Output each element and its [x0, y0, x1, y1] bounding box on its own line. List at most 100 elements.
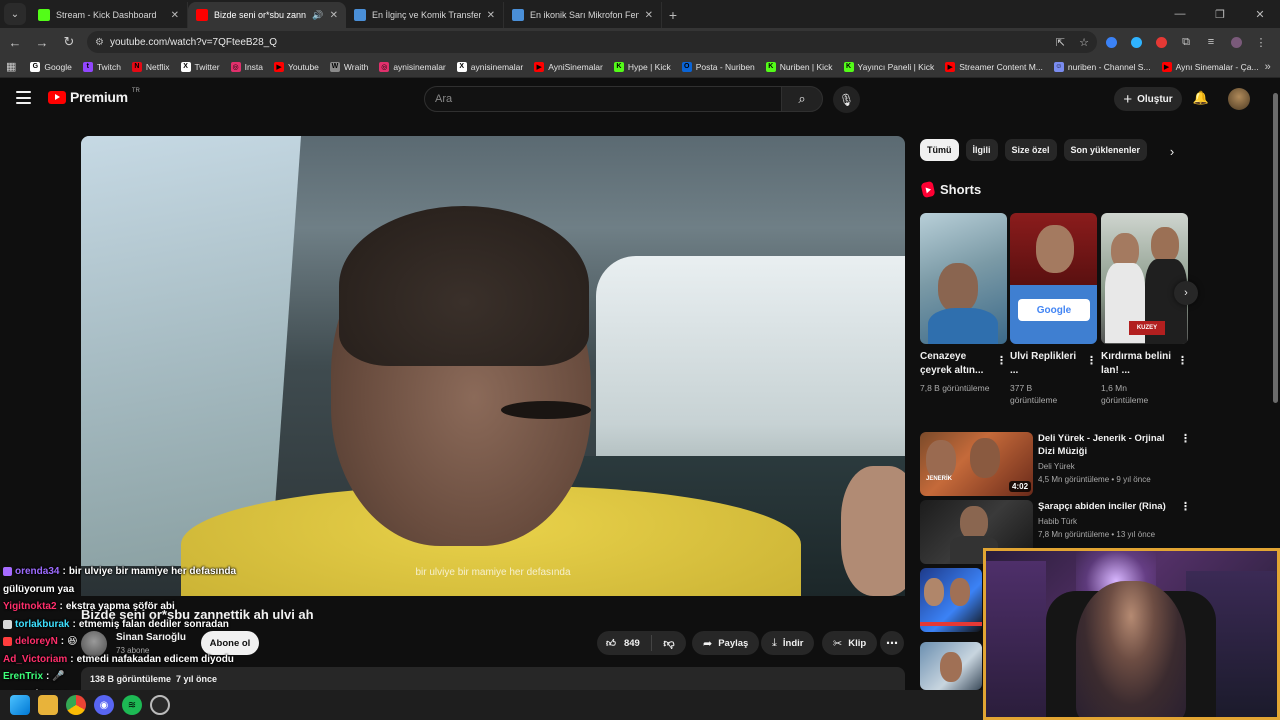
video-player[interactable]: bir ulviye bir mamiye her defasında — [81, 136, 905, 596]
short-item[interactable]: KUZEY Kırdırma belini lan! ... 1,6 Mn gö… — [1101, 213, 1188, 406]
tab-transfer-video[interactable]: En İlginç ve Komik Transfer Açık ✕ — [346, 2, 504, 28]
chat-message: Ad_Victoriam: etmedi nafakadan edicem diy… — [3, 653, 234, 665]
extension-red-icon[interactable] — [1150, 31, 1172, 53]
chat-username: ErenTrix — [3, 671, 44, 683]
bookmark-item[interactable]: X Twitter — [176, 58, 225, 76]
more-actions-button[interactable]: ⋯ — [880, 631, 904, 655]
close-window-icon[interactable]: ✕ — [1240, 0, 1280, 28]
chip-all[interactable]: Tümü — [920, 139, 959, 161]
window-controls: — ❐ ✕ — [1160, 0, 1280, 28]
video-thumbnail[interactable] — [920, 568, 982, 632]
chat-username: Ad_Victoriam — [3, 653, 68, 665]
short-thumbnail[interactable]: KUZEY — [1101, 213, 1188, 344]
more-vertical-icon[interactable]: ⋮ — [1180, 500, 1191, 513]
bookmark-item[interactable]: Xaynisinemalar — [452, 58, 528, 76]
bookmark-favicon-icon: N — [131, 61, 142, 72]
bookmark-item[interactable]: N Netflix — [127, 58, 175, 76]
tab-mikrofon-video[interactable]: En ikonik Sarı Mikrofon Fenome ✕ — [504, 2, 662, 28]
file-explorer-icon[interactable] — [38, 695, 58, 715]
bookmark-item[interactable]: ▶ Streamer Content M... — [940, 58, 1048, 76]
youtube-premium-logo[interactable]: Premium TR — [48, 88, 140, 105]
shorts-next-button[interactable]: › — [1174, 281, 1198, 305]
more-vertical-icon[interactable]: ⋮ — [1180, 432, 1191, 445]
chip-recently-uploaded[interactable]: Son yüklenenler — [1063, 139, 1148, 161]
spotify-icon[interactable]: ≋ — [122, 695, 142, 715]
media-controls-icon[interactable]: ≡ — [1200, 31, 1222, 53]
notifications-bell-icon[interactable]: 🔔 — [1192, 89, 1210, 107]
more-vertical-icon[interactable]: ⋮ — [1086, 354, 1097, 367]
more-vertical-icon[interactable]: ⋮ — [996, 354, 1007, 367]
bookmark-favicon-icon: ▶ — [1161, 61, 1172, 72]
apps-grid-icon[interactable]: ▦ — [6, 60, 16, 74]
bookmark-item[interactable]: ▶ Youtube — [269, 58, 324, 76]
tab-search-button[interactable]: ⌄ — [4, 3, 26, 25]
dislike-button[interactable]: 👎︎ — [652, 637, 686, 650]
url-text[interactable]: youtube.com/watch?v=7QFteeB28_Q — [110, 37, 1042, 48]
more-bookmarks-icon[interactable]: » — [1265, 61, 1271, 73]
bookmark-item[interactable]: ▶ Aynı Sinemalar - Ça... — [1157, 58, 1264, 76]
bookmark-star-icon[interactable]: ☆ — [1079, 36, 1089, 49]
address-bar[interactable]: ⚙ youtube.com/watch?v=7QFteeB28_Q ⇱ ☆ — [87, 31, 1097, 53]
new-tab-button[interactable]: + — [662, 2, 684, 28]
more-vertical-icon[interactable]: ⋮ — [1177, 354, 1188, 367]
forward-button[interactable]: → — [30, 30, 54, 54]
recommendation-item[interactable]: JENERİK 4:02 Deli Yürek - Jenerik - Orji… — [920, 432, 1191, 496]
extension-shield-icon[interactable] — [1100, 31, 1122, 53]
bookmark-item[interactable]: ▶ AyniSinemalar — [529, 58, 608, 76]
extension-vpn-icon[interactable] — [1125, 31, 1147, 53]
chevron-right-icon[interactable]: › — [1163, 142, 1181, 160]
speaker-icon[interactable]: 🔊 — [312, 10, 323, 21]
bookmark-item[interactable]: t Twitch — [78, 58, 126, 76]
extensions-puzzle-icon[interactable]: ⧉ — [1175, 31, 1197, 53]
bookmark-item[interactable]: ◎ aynisinemalar — [374, 58, 450, 76]
more-horizontal-icon: ⋯ — [886, 636, 898, 650]
windows-start-icon[interactable] — [10, 695, 30, 715]
bookmark-item[interactable]: K Hype | Kick — [609, 58, 676, 76]
share-button[interactable]: ➦ Paylaş — [692, 631, 760, 655]
short-thumbnail[interactable] — [920, 213, 1007, 344]
voice-search-button[interactable]: 🎙 — [833, 86, 860, 113]
profile-icon[interactable] — [1225, 31, 1247, 53]
video-thumbnail[interactable] — [920, 642, 982, 690]
chip-for-you[interactable]: Size özel — [1004, 139, 1057, 161]
maximize-icon[interactable]: ❐ — [1200, 0, 1240, 28]
install-icon[interactable]: ⇱ — [1056, 36, 1065, 49]
account-avatar[interactable] — [1228, 88, 1250, 110]
search-button[interactable]: ⌕ — [781, 86, 823, 112]
discord-icon[interactable]: ◉ — [94, 695, 114, 715]
clip-button[interactable]: ✂ Klip — [822, 631, 878, 655]
browser-menu-icon[interactable]: ⋮ — [1250, 31, 1272, 53]
bookmark-item[interactable]: W Wraith — [325, 58, 373, 76]
short-thumbnail[interactable]: Google — [1010, 213, 1097, 344]
bookmark-item[interactable]: G Google — [25, 58, 76, 76]
scrollbar-thumb[interactable] — [1273, 93, 1278, 403]
download-button[interactable]: ⤓ İndir — [761, 631, 815, 655]
reload-button[interactable]: ↻ — [57, 30, 81, 54]
close-icon[interactable]: ✕ — [171, 10, 179, 21]
short-item[interactable]: Cenazeye çeyrek altın... 7,8 B görüntüle… — [920, 213, 1007, 394]
short-item[interactable]: Google Ulvi Replikleri ... 377 B görüntü… — [1010, 213, 1097, 406]
obs-icon[interactable] — [150, 695, 170, 715]
like-button[interactable]: 👍︎ 849 — [597, 635, 652, 651]
streamer-webcam — [983, 548, 1280, 720]
bookmark-item[interactable]: ◎ Insta — [226, 58, 268, 76]
back-button[interactable]: ← — [3, 30, 27, 54]
menu-icon[interactable] — [16, 91, 31, 104]
close-icon[interactable]: ✕ — [330, 10, 338, 21]
chip-related[interactable]: İlgili — [965, 139, 998, 161]
close-icon[interactable]: ✕ — [487, 10, 495, 21]
bookmark-item[interactable]: K Nuriben | Kick — [761, 58, 838, 76]
chrome-icon[interactable] — [66, 695, 86, 715]
bookmark-item[interactable]: O Posta - Nuriben — [677, 58, 760, 76]
search-input[interactable]: Ara — [424, 86, 782, 112]
bookmark-item[interactable]: K Yayıncı Paneli | Kick — [839, 58, 940, 76]
thumbs-up-icon: 👍︎ — [606, 638, 616, 649]
tab-kick-dashboard[interactable]: Stream - Kick Dashboard ✕ — [30, 2, 188, 28]
minimize-icon[interactable]: — — [1160, 0, 1200, 28]
tab-youtube-video[interactable]: Bizde seni or*sbu zannettik 🔊 ✕ — [188, 2, 346, 28]
bookmark-item[interactable]: ☺ nuriben - Channel S... — [1049, 58, 1156, 76]
site-info-icon[interactable]: ⚙ — [95, 37, 104, 48]
create-button[interactable]: + Oluştur — [1114, 87, 1182, 111]
chat-message: gülüyorum yaa — [0, 581, 340, 599]
close-icon[interactable]: ✕ — [645, 10, 653, 21]
